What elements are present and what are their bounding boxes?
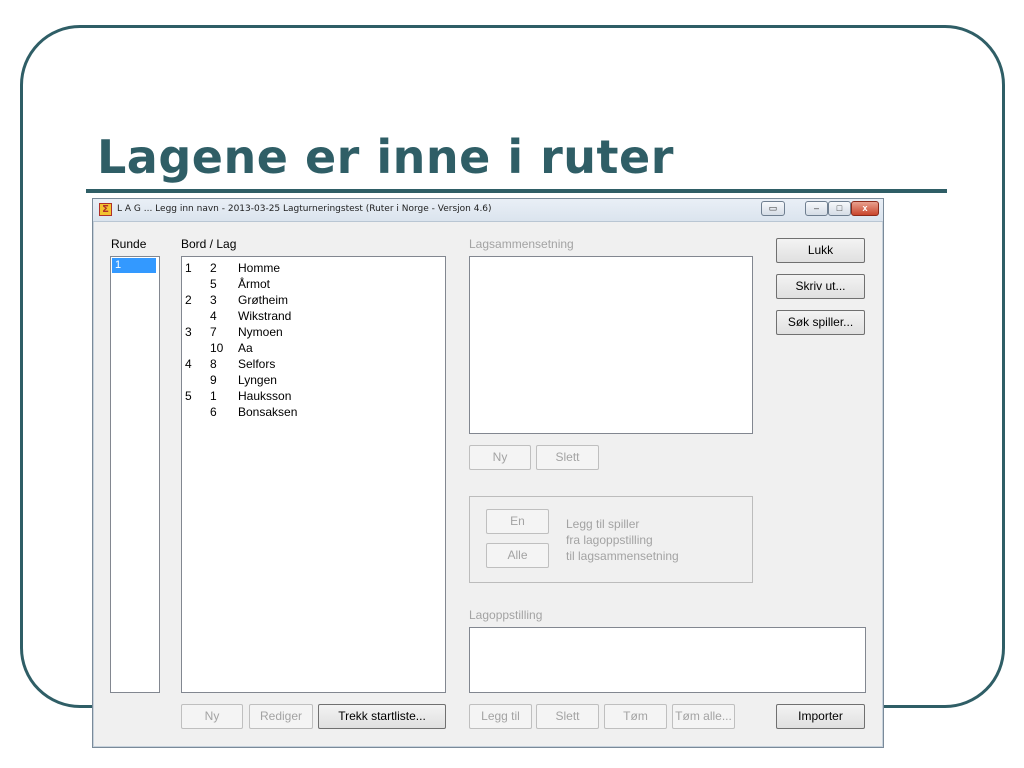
- lag-number: 10: [210, 341, 224, 355]
- close-button[interactable]: x: [851, 201, 879, 216]
- lag-number: 6: [210, 405, 217, 419]
- lagsammensetning-list[interactable]: [469, 256, 753, 434]
- app-icon: Σ: [99, 203, 112, 216]
- lag-number: 7: [210, 325, 217, 339]
- lag-name: Grøtheim: [238, 293, 289, 307]
- list-item[interactable]: 4 8 Selfors: [182, 356, 442, 372]
- bord-lag-ny-button[interactable]: Ny: [181, 704, 243, 729]
- lagoppstilling-label: Lagoppstilling: [469, 608, 543, 622]
- lag-number: 2: [210, 261, 217, 275]
- rediger-button[interactable]: Rediger: [249, 704, 313, 729]
- app-window: Σ L A G ... Legg inn navn - 2013-03-25 L…: [92, 198, 884, 748]
- slide-title: Lagene er inne i ruter: [97, 130, 674, 184]
- legg-til-hint-line2: fra lagoppstilling: [566, 533, 653, 547]
- runde-list[interactable]: 1: [110, 256, 160, 693]
- bord-number: 2: [185, 293, 192, 307]
- lag-name: Hauksson: [238, 389, 292, 403]
- bord-lag-label: Bord / Lag: [181, 237, 237, 251]
- list-item[interactable]: 5 1 Hauksson: [182, 388, 442, 404]
- list-item[interactable]: 6 Bonsaksen: [182, 404, 442, 420]
- lag-name: Selfors: [238, 357, 276, 371]
- lagoppstilling-list[interactable]: [469, 627, 866, 693]
- list-item[interactable]: 3 7 Nymoen: [182, 324, 442, 340]
- legg-til-hint-line3: til lagsammensetning: [566, 549, 679, 563]
- importer-button[interactable]: Importer: [776, 704, 865, 729]
- tom-button[interactable]: Tøm: [604, 704, 667, 729]
- lagsammensetning-label: Lagsammensetning: [469, 237, 574, 251]
- bord-number: 1: [185, 261, 192, 275]
- lag-name: Nymoen: [238, 325, 283, 339]
- tom-alle-button[interactable]: Tøm alle...: [672, 704, 735, 729]
- window-titlebar[interactable]: Σ L A G ... Legg inn navn - 2013-03-25 L…: [93, 199, 883, 222]
- runde-item-selected[interactable]: 1: [112, 258, 156, 273]
- legg-til-hint-line1: Legg til spiller: [566, 517, 640, 531]
- bord-number: 3: [185, 325, 192, 339]
- legg-til-alle-button[interactable]: Alle: [486, 543, 549, 568]
- runde-label: Runde: [111, 237, 147, 251]
- list-item[interactable]: 9 Lyngen: [182, 372, 442, 388]
- lukk-button[interactable]: Lukk: [776, 238, 865, 263]
- bord-number: 5: [185, 389, 192, 403]
- lag-name: Årmot: [238, 277, 271, 291]
- list-item[interactable]: 10 Aa: [182, 340, 442, 356]
- lag-name: Homme: [238, 261, 281, 275]
- lagsammensetning-slett-button[interactable]: Slett: [536, 445, 599, 470]
- lagsammensetning-ny-button[interactable]: Ny: [469, 445, 531, 470]
- list-item[interactable]: 2 3 Grøtheim: [182, 292, 442, 308]
- lag-number: 9: [210, 373, 217, 387]
- lag-number: 8: [210, 357, 217, 371]
- list-item[interactable]: 4 Wikstrand: [182, 308, 442, 324]
- lag-name: Wikstrand: [238, 309, 292, 323]
- list-item[interactable]: 5 Årmot: [182, 276, 442, 292]
- bord-number: 4: [185, 357, 192, 371]
- lagoppstilling-legg-til-button[interactable]: Legg til: [469, 704, 532, 729]
- window-title: L A G ... Legg inn navn - 2013-03-25 Lag…: [117, 204, 492, 214]
- sok-spiller-button[interactable]: Søk spiller...: [776, 310, 865, 335]
- bord-lag-list[interactable]: 1 2 Homme 5 Årmot 2 3 Grøtheim 4 Wikstra…: [181, 256, 446, 693]
- trekk-startliste-button[interactable]: Trekk startliste...: [318, 704, 446, 729]
- list-item[interactable]: 1 2 Homme: [182, 260, 442, 276]
- lag-number: 1: [210, 389, 217, 403]
- maximize-button[interactable]: □: [828, 201, 851, 216]
- legg-til-en-button[interactable]: En: [486, 509, 549, 534]
- title-divider: [86, 189, 947, 193]
- lag-name: Aa: [238, 341, 253, 355]
- lag-number: 3: [210, 293, 217, 307]
- minimize-button[interactable]: –: [805, 201, 828, 216]
- restore-icon[interactable]: ▭: [761, 201, 785, 216]
- lag-number: 4: [210, 309, 217, 323]
- lag-number: 5: [210, 277, 217, 291]
- lag-name: Bonsaksen: [238, 405, 298, 419]
- skriv-ut-button[interactable]: Skriv ut...: [776, 274, 865, 299]
- lag-name: Lyngen: [238, 373, 277, 387]
- lagoppstilling-slett-button[interactable]: Slett: [536, 704, 599, 729]
